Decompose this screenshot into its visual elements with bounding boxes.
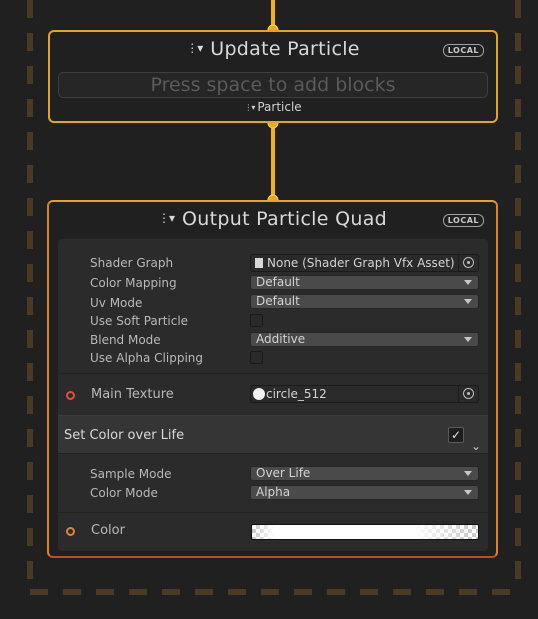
object-picker-icon[interactable] [458, 255, 478, 271]
caret-down-icon [464, 471, 472, 476]
blend-mode-value: Additive [256, 332, 306, 346]
color-label: Color [91, 523, 125, 538]
flow-label: ⋮▾ Particle [50, 100, 496, 114]
sample-mode-label: Sample Mode [90, 467, 172, 481]
color-mapping-label: Color Mapping [90, 276, 177, 290]
divider [58, 512, 488, 513]
sample-mode-dropdown[interactable]: Over Life [250, 466, 479, 481]
divider [58, 373, 488, 374]
set-color-over-life-block-header[interactable]: Set Color over Life ✓ ⌄ [58, 415, 488, 454]
sample-mode-value: Over Life [256, 466, 311, 480]
vfx-graph-canvas[interactable]: ⋮▾ Update Particle LOCAL Press space to a… [0, 0, 538, 619]
white-circle-icon [253, 388, 265, 400]
caret-down-icon [464, 299, 472, 304]
output-context-title-text: Output Particle Quad [182, 208, 387, 230]
blend-mode-label: Blend Mode [90, 333, 161, 347]
input-port[interactable] [66, 391, 75, 400]
update-context-title-text: Update Particle [210, 38, 360, 60]
object-picker-icon[interactable] [458, 386, 478, 402]
use-soft-particle-label: Use Soft Particle [90, 314, 189, 328]
flow-label-text: Particle [257, 100, 302, 114]
main-texture-value: circle_512 [266, 387, 327, 401]
output-settings-panel: Shader Graph None (Shader Graph Vfx Asse… [58, 239, 488, 551]
use-alpha-clipping-checkbox[interactable] [250, 351, 263, 364]
color-mapping-value: Default [256, 275, 300, 289]
color-gradient-field[interactable] [251, 524, 479, 540]
uv-mode-value: Default [256, 294, 300, 308]
caret-down-icon [464, 337, 472, 342]
block-title: Set Color over Life [64, 428, 185, 443]
particle-icon: ⋮▾ [186, 41, 203, 55]
color-mapping-dropdown[interactable]: Default [250, 275, 479, 290]
output-particle-quad-context[interactable]: ⋮▾ Output Particle Quad LOCAL Shader Grap… [47, 200, 498, 558]
particle-icon: ⋮▾ [244, 103, 255, 112]
uv-mode-dropdown[interactable]: Default [250, 294, 479, 309]
local-badge: LOCAL [442, 44, 484, 57]
checkmark-icon: ✓ [450, 428, 462, 442]
blend-mode-dropdown[interactable]: Additive [250, 332, 479, 347]
update-particle-context[interactable]: ⋮▾ Update Particle LOCAL Press space to a… [48, 30, 498, 123]
shader-graph-label: Shader Graph [90, 256, 174, 270]
caret-down-icon [464, 490, 472, 495]
particle-icon: ⋮▾ [157, 211, 175, 225]
main-texture-field[interactable]: circle_512 [250, 385, 479, 403]
color-mode-dropdown[interactable]: Alpha [250, 485, 479, 500]
file-icon [255, 258, 263, 268]
shader-graph-field[interactable]: None (Shader Graph Vfx Asset) [250, 254, 479, 272]
use-soft-particle-checkbox[interactable] [250, 314, 263, 327]
local-badge: LOCAL [442, 214, 484, 227]
color-mode-value: Alpha [256, 485, 291, 499]
color-mode-label: Color Mode [90, 486, 158, 500]
shader-graph-value: None (Shader Graph Vfx Asset) [267, 256, 455, 270]
main-texture-label: Main Texture [91, 387, 174, 402]
uv-mode-label: Uv Mode [90, 296, 143, 310]
output-context-title: ⋮▾ Output Particle Quad [49, 208, 496, 230]
add-blocks-placeholder[interactable]: Press space to add blocks [58, 72, 488, 98]
block-enabled-toggle[interactable]: ✓ [448, 427, 464, 443]
caret-down-icon [464, 280, 472, 285]
update-context-title: ⋮▾ Update Particle [50, 38, 496, 60]
use-alpha-clipping-label: Use Alpha Clipping [90, 351, 204, 365]
input-port[interactable] [66, 527, 75, 536]
chevron-down-icon[interactable]: ⌄ [471, 427, 481, 466]
